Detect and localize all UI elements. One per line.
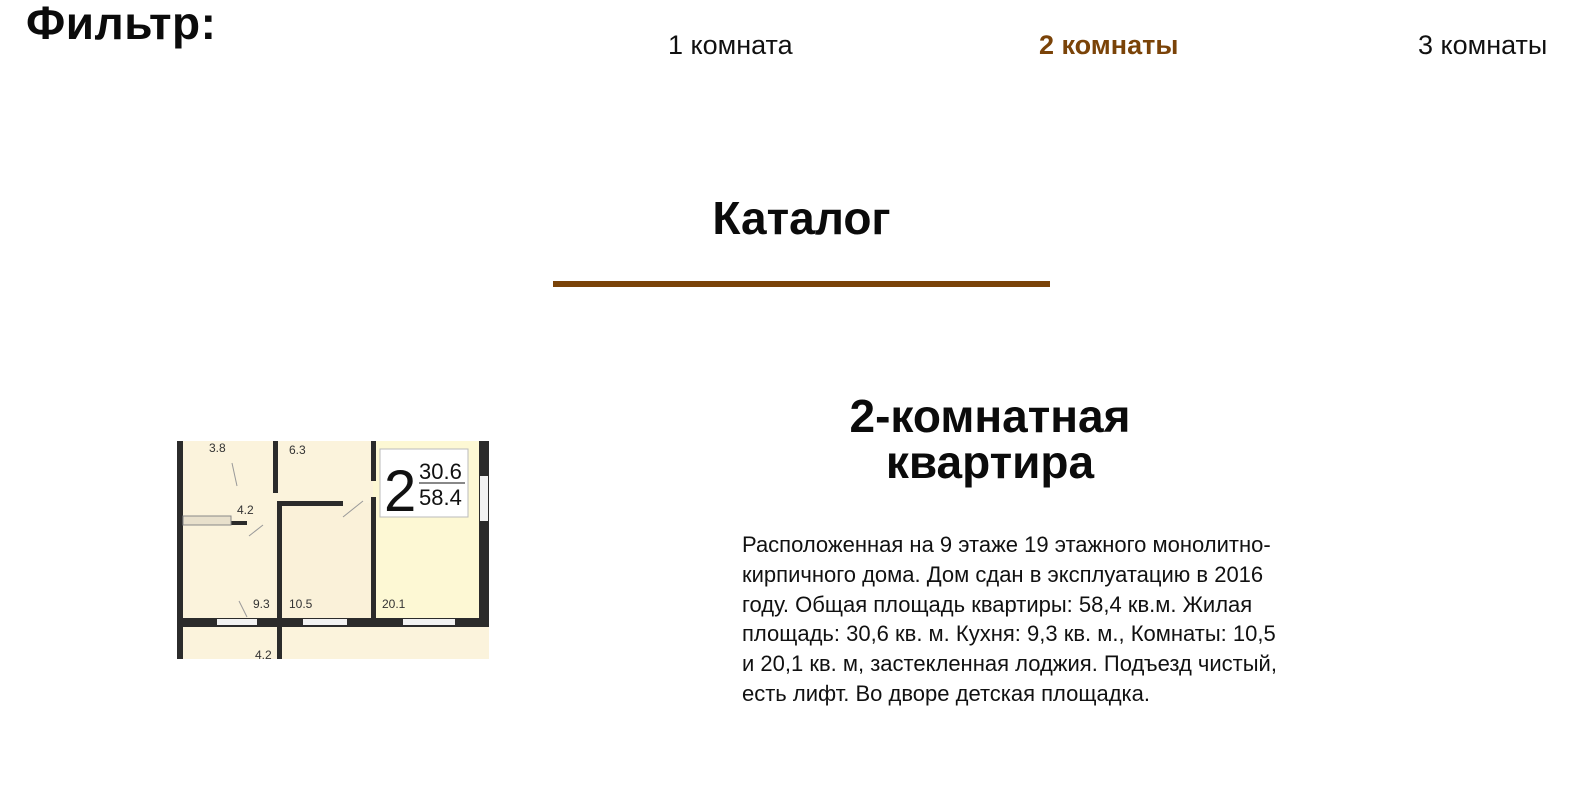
- apartment-title-line2: квартира: [885, 436, 1095, 488]
- plan-window: [303, 619, 347, 625]
- plan-window: [403, 619, 455, 625]
- apartment-title: 2-комнатная квартира: [740, 393, 1240, 485]
- plan-label-area: 9.3: [253, 597, 270, 611]
- filter-option-3-rooms[interactable]: 3 комнаты: [1418, 28, 1547, 62]
- plan-wall-interior: [371, 441, 376, 481]
- plan-wall-interior: [371, 497, 376, 627]
- plan-wall-interior: [277, 501, 282, 626]
- apartment-title-line1: 2-комнатная: [849, 390, 1131, 442]
- plan-wall-interior: [273, 441, 278, 493]
- floor-plan-image[interactable]: 3.8 6.3 4.2 9.3 10.5 20.1 4.2 2 30.6 58.…: [177, 441, 489, 659]
- apartment-description: Расположенная на 9 этаже 19 этажного мон…: [742, 532, 1277, 706]
- plan-wall-right: [479, 441, 489, 626]
- plan-label-area: 4.2: [237, 503, 254, 517]
- plan-wall-interior: [277, 627, 282, 659]
- plan-kitchen-counter: [182, 515, 232, 526]
- floor-plan-drawing: 3.8 6.3 4.2 9.3 10.5 20.1 4.2 2 30.6 58.…: [177, 441, 489, 659]
- catalog-divider: [553, 281, 1050, 287]
- plan-total-area: 58.4: [419, 485, 462, 510]
- plan-rooms-count: 2: [384, 459, 416, 524]
- plan-label-area: 10.5: [289, 597, 313, 611]
- plan-wall-interior: [231, 521, 247, 525]
- plan-window: [217, 619, 257, 625]
- plan-label-area: 3.8: [209, 441, 226, 455]
- plan-living-area: 30.6: [419, 459, 462, 484]
- filter-option-2-rooms[interactable]: 2 комнаты: [1039, 28, 1178, 62]
- catalog-title: Каталог: [712, 192, 891, 244]
- plan-window: [480, 476, 488, 521]
- plan-wall-interior: [277, 501, 343, 506]
- plan-label-area: 6.3: [289, 443, 306, 457]
- plan-label-area: 20.1: [382, 597, 406, 611]
- filter-options: 1 комната 2 комнаты 3 комнаты: [0, 28, 1578, 64]
- page: Фильтр: 1 комната 2 комнаты 3 комнаты Ка…: [0, 0, 1578, 785]
- plan-label-area: 4.2: [255, 648, 272, 659]
- filter-option-1-room[interactable]: 1 комната: [668, 28, 793, 62]
